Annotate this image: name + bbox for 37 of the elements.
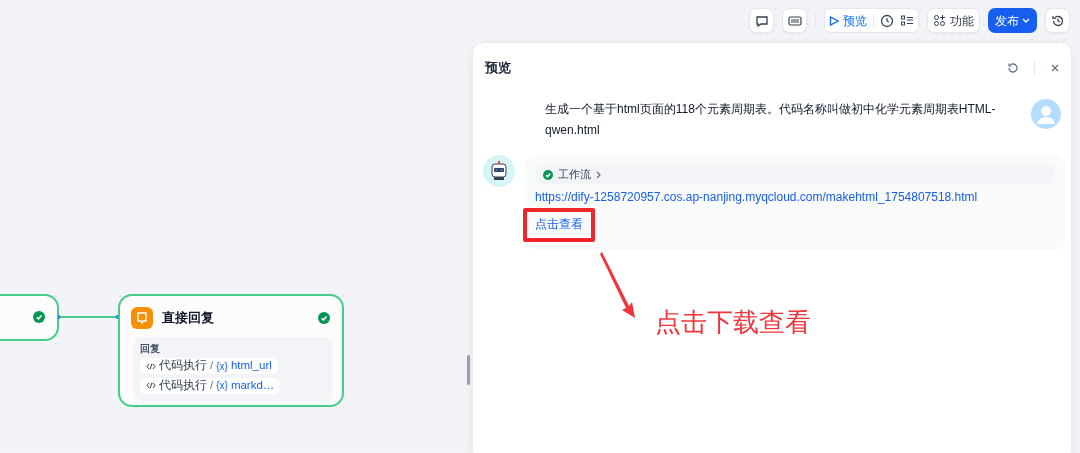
workflow-status-chip[interactable]: 工作流: [535, 165, 1055, 184]
play-icon: [829, 15, 839, 26]
code-icon: [146, 381, 156, 390]
annotation-text: 点击下载查看: [655, 306, 811, 339]
chat-icon-button[interactable]: [749, 8, 774, 33]
view-link[interactable]: 点击查看: [535, 217, 583, 231]
source-node-name: 代码执行: [159, 358, 207, 374]
variable-name: markd…: [230, 377, 275, 393]
chevron-down-icon: [1022, 17, 1030, 24]
source-node-name: 代码执行: [159, 377, 207, 393]
features-button[interactable]: 功能: [927, 8, 980, 33]
history-button[interactable]: [1045, 8, 1070, 33]
chat-icon: [754, 13, 769, 28]
history-icon: [1050, 13, 1065, 28]
publish-button[interactable]: 发布: [988, 8, 1037, 33]
node-title: 直接回复: [162, 309, 215, 328]
variable-name: html_url: [230, 358, 272, 374]
refresh-icon[interactable]: [1006, 61, 1020, 75]
user-message: 生成一个基于html页面的118个元素周期表。代码名称叫做初中化学元素周期表HTML-qwen.html: [545, 101, 997, 139]
reply-icon: [131, 307, 153, 329]
separator: /: [210, 358, 214, 374]
close-icon[interactable]: [1049, 62, 1061, 74]
robot-avatar-icon: [483, 155, 515, 187]
checklist-icon[interactable]: [900, 13, 914, 28]
section-label: 回复: [140, 342, 161, 356]
env-icon: [787, 13, 802, 28]
chevron-right-icon: [596, 170, 602, 179]
panel-title: 预览: [485, 59, 512, 78]
resize-handle[interactable]: [467, 355, 470, 385]
env-button[interactable]: [782, 8, 807, 33]
variable-marker: {x}: [216, 359, 228, 374]
separator: /: [210, 377, 214, 393]
code-icon: [146, 361, 156, 371]
clock-icon[interactable]: [880, 13, 894, 28]
grid-plus-icon: [933, 14, 946, 27]
variable-marker: {x}: [216, 379, 228, 393]
download-link[interactable]: https://dify-1258720957.cos.ap-nanjing.myqcloud.com/makehtml_1754807518.html: [535, 190, 978, 204]
